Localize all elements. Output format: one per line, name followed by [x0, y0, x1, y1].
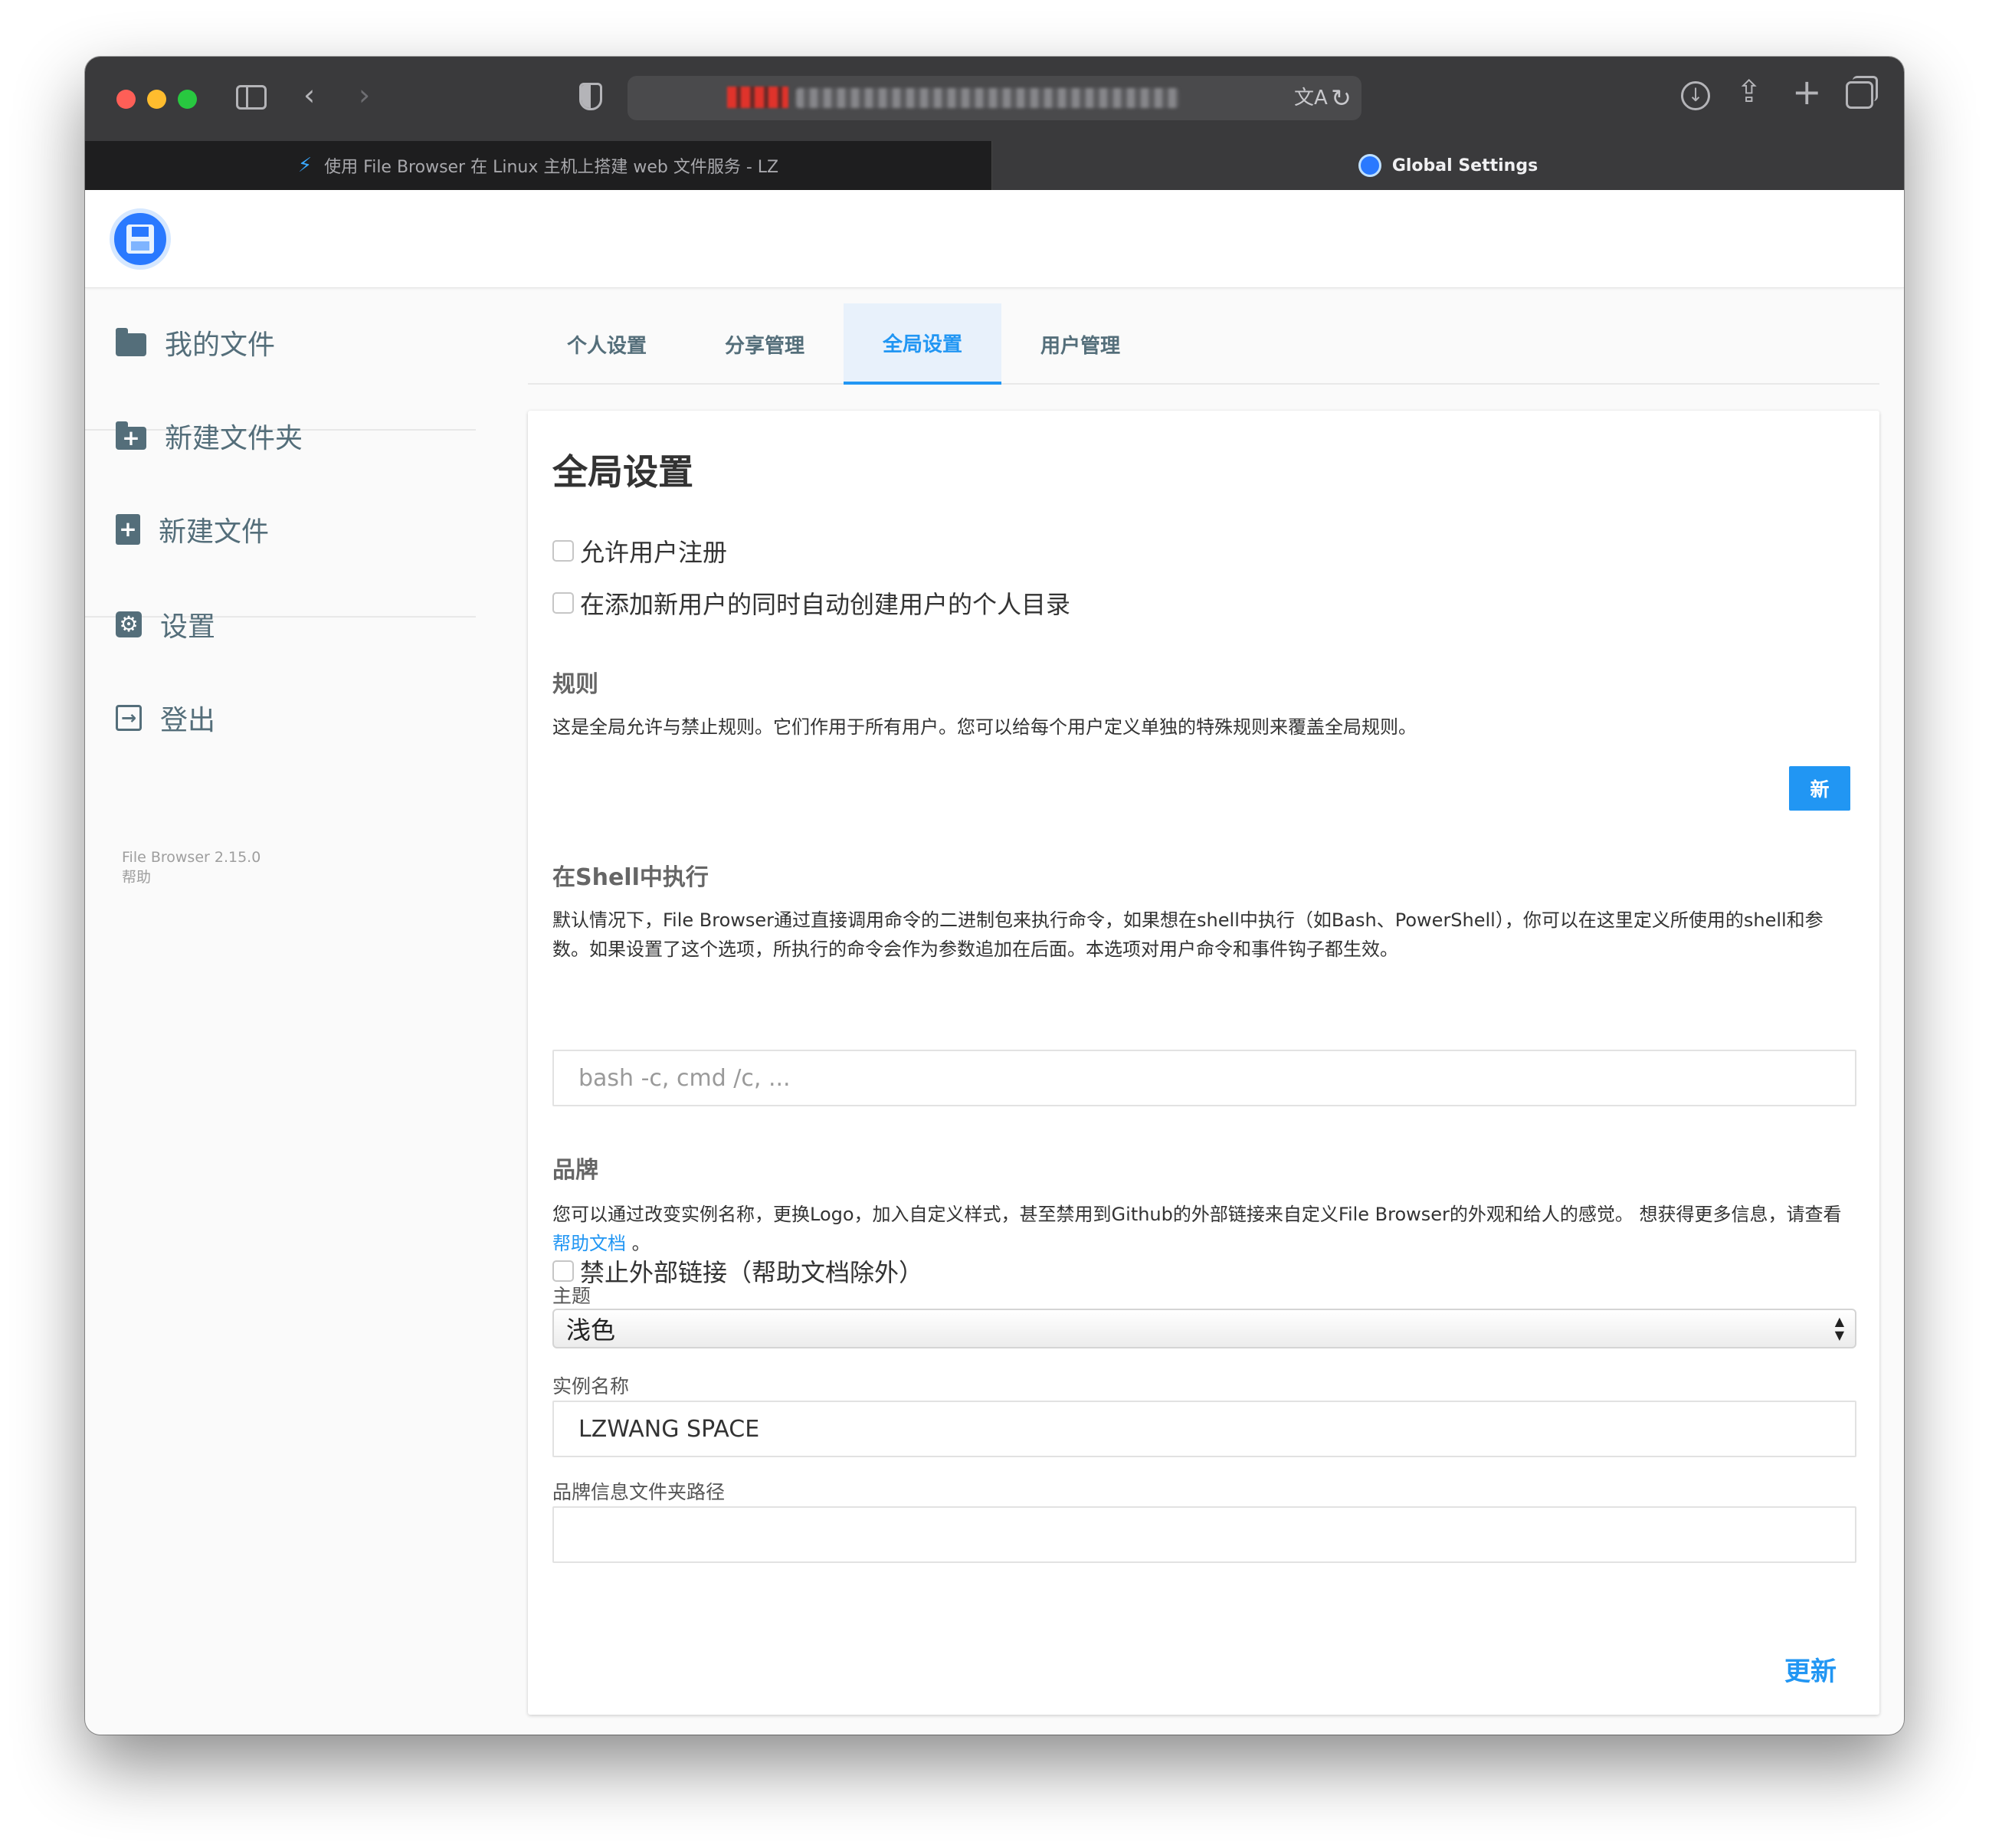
branding-description-text: 您可以通过改变实例名称，更换Logo，加入自定义样式，甚至禁用到Github的外…: [552, 1204, 1842, 1225]
tab-overview-icon[interactable]: [1846, 76, 1878, 109]
sidebar-item-label: 设置: [160, 611, 216, 643]
tab-global-settings[interactable]: 全局设置: [844, 303, 1001, 385]
settings-tabs: 个人设置 分享管理 全局设置 用户管理: [528, 303, 1879, 385]
share-icon[interactable]: ⇪: [1736, 77, 1762, 107]
new-rule-button[interactable]: 新: [1789, 766, 1850, 811]
branding-dir-label: 品牌信息文件夹路径: [552, 1481, 726, 1503]
app-header: [85, 190, 1904, 288]
tab-profile-settings[interactable]: 个人设置: [528, 303, 686, 385]
privacy-shield-icon[interactable]: [579, 83, 602, 110]
file-add-icon: +: [116, 514, 140, 545]
browser-toolbar: ‹ › 文A ↻ ↓ ⇪ +: [85, 57, 1904, 141]
address-bar[interactable]: 文A ↻: [628, 76, 1361, 120]
select-arrows-icon: ▲ ▼: [1834, 1314, 1844, 1342]
disable-external-checkbox-row[interactable]: 禁止外部链接（帮助文档除外）: [552, 1253, 923, 1289]
tab-share-management[interactable]: 分享管理: [686, 303, 844, 385]
help-link[interactable]: 帮助: [122, 867, 261, 887]
sidebar-item-new-folder[interactable]: + 新建文件夹: [85, 401, 476, 470]
rules-description: 这是全局允许与禁止规则。它们作用于所有用户。您可以给每个用户定义单独的特殊规则来…: [552, 716, 1417, 738]
branding-dir-input[interactable]: [552, 1506, 1856, 1563]
back-icon[interactable]: ‹: [303, 80, 315, 110]
close-window-button[interactable]: [116, 90, 136, 109]
translate-icon[interactable]: 文A: [1294, 85, 1328, 111]
global-settings-card: 全局设置 允许用户注册 在添加新用户的同时自动创建用户的个人目录 规则 这是全局…: [528, 411, 1879, 1715]
allow-signup-checkbox[interactable]: [552, 540, 574, 562]
shell-input-placeholder: bash -c, cmd /c, ...: [578, 1064, 791, 1092]
disable-external-label: 禁止外部链接（帮助文档除外）: [580, 1258, 924, 1287]
create-home-checkbox-row[interactable]: 在添加新用户的同时自动创建用户的个人目录: [552, 585, 1070, 621]
new-tab-icon[interactable]: +: [1792, 74, 1822, 110]
browser-tab-label: 使用 File Browser 在 Linux 主机上搭建 web 文件服务 -…: [324, 158, 779, 177]
version-text: File Browser 2.15.0: [122, 849, 261, 866]
disable-external-checkbox[interactable]: [552, 1260, 574, 1282]
browser-tab-global-settings[interactable]: Global Settings: [992, 141, 1904, 190]
shell-description: 默认情况下，File Browser通过直接调用命令的二进制包来执行命令，如果想…: [552, 909, 1824, 960]
filebrowser-favicon-icon: [1358, 154, 1381, 177]
tab-user-management[interactable]: 用户管理: [1001, 303, 1159, 385]
rules-heading: 规则: [552, 671, 598, 698]
shell-heading: 在Shell中执行: [552, 864, 709, 891]
sidebar-item-my-files[interactable]: 我的文件: [85, 308, 476, 377]
browser-tab-label: Global Settings: [1391, 156, 1538, 175]
logout-icon: →: [116, 705, 142, 731]
create-home-label: 在添加新用户的同时自动创建用户的个人目录: [580, 590, 1071, 619]
floppy-disk-icon: [126, 224, 154, 254]
forward-icon[interactable]: ›: [359, 80, 370, 110]
url-redacted: [727, 87, 788, 108]
sidebar-item-new-file[interactable]: + 新建文件: [85, 495, 476, 564]
minimize-window-button[interactable]: [147, 90, 166, 109]
browser-tab-strip: ⚡ 使用 File Browser 在 Linux 主机上搭建 web 文件服务…: [85, 141, 1904, 190]
bolt-icon: ⚡: [297, 154, 313, 177]
instance-name-label: 实例名称: [552, 1375, 630, 1397]
allow-signup-checkbox-row[interactable]: 允许用户注册: [552, 533, 727, 568]
filebrowser-logo[interactable]: [110, 208, 171, 270]
create-home-checkbox[interactable]: [552, 592, 574, 614]
browser-tab-article[interactable]: ⚡ 使用 File Browser 在 Linux 主机上搭建 web 文件服务…: [85, 141, 992, 190]
zoom-window-button[interactable]: [178, 90, 197, 109]
theme-select-value: 浅色: [566, 1316, 616, 1345]
instance-name-input[interactable]: LZWANG SPACE: [552, 1401, 1856, 1457]
update-button[interactable]: 更新: [1784, 1650, 1837, 1688]
instance-name-value: LZWANG SPACE: [578, 1415, 760, 1443]
sidebar-item-label: 新建文件: [159, 516, 270, 548]
sidebar-item-label: 新建文件夹: [165, 423, 303, 454]
sidebar-item-settings[interactable]: ⚙ 设置: [85, 590, 476, 659]
branding-heading: 品牌: [552, 1157, 598, 1184]
credits: File Browser 2.15.0 帮助: [122, 847, 261, 887]
theme-label: 主题: [552, 1285, 591, 1307]
sidebar-item-label: 我的文件: [165, 329, 276, 361]
sidebar-toggle-icon[interactable]: [236, 85, 267, 110]
branding-description: 您可以通过改变实例名称，更换Logo，加入自定义样式，甚至禁用到Github的外…: [552, 1200, 1855, 1258]
help-docs-link[interactable]: 帮助文档: [552, 1233, 626, 1254]
sidebar-item-label: 登出: [160, 705, 216, 736]
reload-icon[interactable]: ↻: [1331, 84, 1352, 113]
folder-icon: [116, 328, 146, 356]
branding-description-end: 。: [626, 1233, 650, 1254]
folder-add-icon: +: [116, 421, 146, 450]
page-title: 全局设置: [552, 451, 693, 493]
download-icon[interactable]: ↓: [1681, 81, 1710, 110]
browser-window: ‹ › 文A ↻ ↓ ⇪ + ⚡ 使用 File Browser 在 Linux…: [85, 57, 1904, 1735]
gear-icon: ⚙: [116, 611, 142, 637]
sidebar-item-logout[interactable]: → 登出: [85, 683, 476, 752]
url-redacted: [796, 88, 1179, 108]
theme-select[interactable]: 浅色 ▲ ▼: [552, 1309, 1856, 1348]
shell-input[interactable]: bash -c, cmd /c, ...: [552, 1050, 1856, 1106]
allow-signup-label: 允许用户注册: [580, 538, 728, 567]
